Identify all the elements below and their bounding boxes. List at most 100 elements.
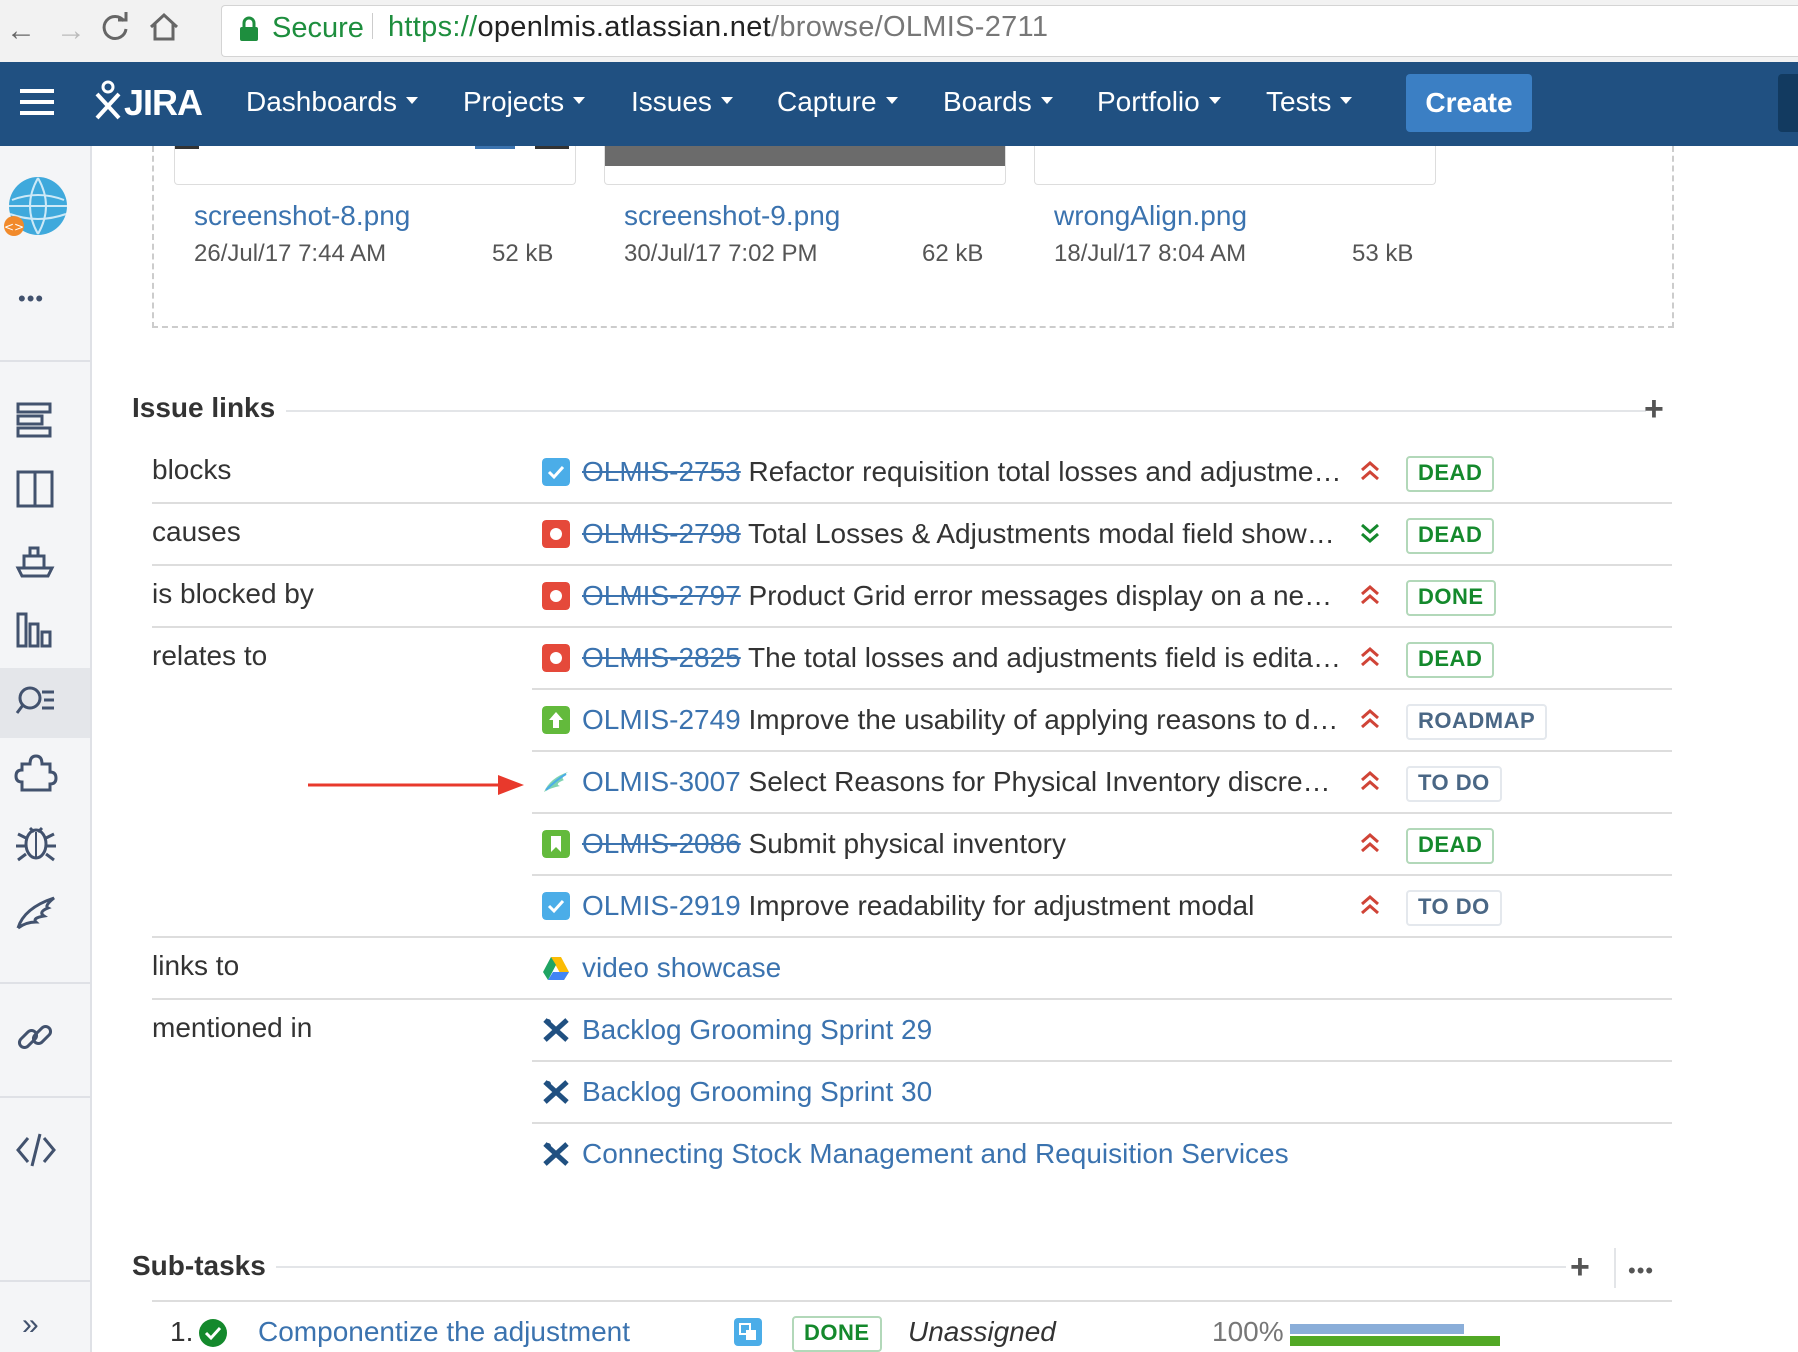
sidebar-more-icon[interactable]: •••	[18, 286, 44, 312]
nav-dashboards[interactable]: Dashboards	[246, 86, 418, 118]
google-drive-icon	[543, 957, 569, 980]
back-icon[interactable]: ←	[6, 14, 36, 48]
issue-summary[interactable]: Refactor requisition total losses and ad…	[749, 456, 1342, 487]
confluence-icon	[543, 1018, 569, 1042]
attachment-thumbnail[interactable]	[604, 146, 1006, 185]
project-sidebar: <> ••• »	[0, 146, 92, 1352]
status-lozenge: TO DO	[1406, 890, 1502, 926]
row-divider	[152, 998, 1672, 1000]
url-separator	[372, 13, 373, 39]
issue-key-link[interactable]: OLMIS-2798	[582, 518, 741, 549]
section-rule	[286, 410, 1646, 412]
forward-icon[interactable]: →	[56, 14, 86, 48]
issue-summary[interactable]: Product Grid error messages display on a…	[749, 580, 1333, 611]
subtasks-more-icon[interactable]: •••	[1628, 1258, 1654, 1284]
add-link-icon[interactable]: +	[1644, 390, 1664, 429]
code-icon[interactable]	[14, 1128, 58, 1172]
priority-low-icon	[1361, 523, 1379, 543]
issue-summary[interactable]: Improve the usability of applying reason…	[749, 704, 1339, 735]
remote-link-title[interactable]: Backlog Grooming Sprint 30	[582, 1072, 932, 1112]
issue-summary[interactable]: The total losses and adjustments field i…	[748, 642, 1341, 673]
issues-search-icon[interactable]	[14, 680, 58, 724]
issue-summary[interactable]: Submit physical inventory	[749, 828, 1066, 859]
attachment-size: 62 kB	[922, 240, 984, 267]
status-lozenge: TO DO	[1406, 766, 1502, 802]
attachment-size: 52 kB	[492, 240, 554, 267]
nav-boards[interactable]: Boards	[943, 86, 1053, 118]
thumb-detail	[475, 146, 515, 149]
attachment-name[interactable]: screenshot-9.png	[624, 200, 840, 232]
releases-ship-icon[interactable]	[14, 538, 58, 582]
nav-capture-label: Capture	[777, 86, 877, 117]
remote-link-title[interactable]: Backlog Grooming Sprint 29	[582, 1010, 932, 1050]
status-lozenge: DONE	[1406, 580, 1496, 616]
issue-key-link[interactable]: OLMIS-2086	[582, 828, 741, 859]
nav-boards-label: Boards	[943, 86, 1032, 117]
secure-label: Secure	[272, 12, 364, 44]
done-check-icon	[199, 1319, 227, 1347]
backlog-icon[interactable]	[14, 398, 58, 442]
remote-link-title[interactable]: video showcase	[582, 948, 781, 988]
create-button[interactable]: Create	[1406, 74, 1532, 132]
priority-high-icon	[1361, 585, 1379, 605]
link-chain-icon[interactable]	[14, 1016, 58, 1060]
nav-issues[interactable]: Issues	[631, 86, 733, 118]
issue-key-link[interactable]: OLMIS-2919	[582, 890, 741, 921]
status-lozenge: DEAD	[1406, 642, 1495, 678]
project-avatar-icon[interactable]: <>	[4, 176, 68, 240]
issue-key-link[interactable]: OLMIS-2749	[582, 704, 741, 735]
toolbar-divider	[1614, 1248, 1616, 1288]
nav-portfolio[interactable]: Portfolio	[1097, 86, 1221, 118]
nav-tests[interactable]: Tests	[1266, 86, 1353, 118]
attachment-name[interactable]: wrongAlign.png	[1054, 200, 1247, 232]
board-icon[interactable]	[14, 468, 58, 512]
priority-high-icon	[1361, 709, 1379, 729]
url-text[interactable]: https://openlmis.atlassian.net/browse/OL…	[388, 11, 1048, 44]
issue-key-link[interactable]: OLMIS-2797	[582, 580, 741, 611]
attachment-thumbnail[interactable]	[1034, 146, 1436, 185]
priority-high-icon	[1361, 833, 1379, 853]
issue-key-link[interactable]: OLMIS-2753	[582, 456, 741, 487]
subtask-summary-link[interactable]: Componentize the adjustment	[258, 1316, 630, 1348]
bug-type-icon	[542, 582, 570, 610]
issue-key-link[interactable]: OLMIS-2825	[582, 642, 741, 673]
task-type-icon	[542, 458, 570, 486]
nav-projects[interactable]: Projects	[463, 86, 586, 118]
bug-icon[interactable]	[14, 820, 58, 864]
attachment-thumbnail[interactable]	[174, 146, 576, 185]
wing-icon[interactable]	[14, 890, 58, 934]
thumb-detail	[175, 146, 199, 149]
attachment-name[interactable]: screenshot-8.png	[194, 200, 410, 232]
nav-search-edge[interactable]	[1778, 74, 1798, 132]
add-ons-puzzle-icon[interactable]	[14, 750, 58, 794]
jira-header: JIRA Dashboards Projects Issues Capture …	[0, 62, 1798, 146]
attachment-date: 26/Jul/17 7:44 AM	[194, 240, 387, 267]
chevron-down-icon	[885, 97, 898, 105]
chevron-down-icon	[573, 97, 586, 105]
reports-chart-icon[interactable]	[14, 608, 58, 652]
add-subtask-icon[interactable]: +	[1570, 1248, 1590, 1287]
relation-label: causes	[152, 516, 241, 547]
nav-capture[interactable]: Capture	[777, 86, 898, 118]
subtask-type-icon	[734, 1318, 762, 1346]
hamburger-menu-icon[interactable]	[20, 88, 54, 116]
issue-summary[interactable]: Improve readability for adjustment modal	[749, 890, 1255, 921]
row-divider	[532, 812, 1672, 814]
issue-summary[interactable]: Select Reasons for Physical Inventory di…	[749, 766, 1331, 797]
jira-logo-icon[interactable]	[94, 80, 122, 120]
progress-track	[1290, 1336, 1500, 1346]
attachment-date: 30/Jul/17 7:02 PM	[624, 240, 818, 267]
home-icon[interactable]	[147, 10, 181, 44]
issue-summary[interactable]: Total Losses & Adjustments modal field s…	[748, 518, 1335, 549]
row-divider	[532, 688, 1672, 690]
subtask-index: 1.	[170, 1316, 194, 1347]
section-rule	[276, 1266, 1566, 1268]
remote-link-title[interactable]: Connecting Stock Management and Requisit…	[582, 1134, 1289, 1174]
chevron-down-icon	[405, 97, 418, 105]
attachment-size: 53 kB	[1352, 240, 1414, 267]
subtask-row: 1. Componentize the adjustment DONE Unas…	[0, 1312, 1798, 1352]
jira-logo-text[interactable]: JIRA	[124, 82, 203, 124]
issue-key-link[interactable]: OLMIS-3007	[582, 766, 741, 797]
bug-type-icon	[542, 520, 570, 548]
reload-icon[interactable]	[100, 12, 130, 42]
